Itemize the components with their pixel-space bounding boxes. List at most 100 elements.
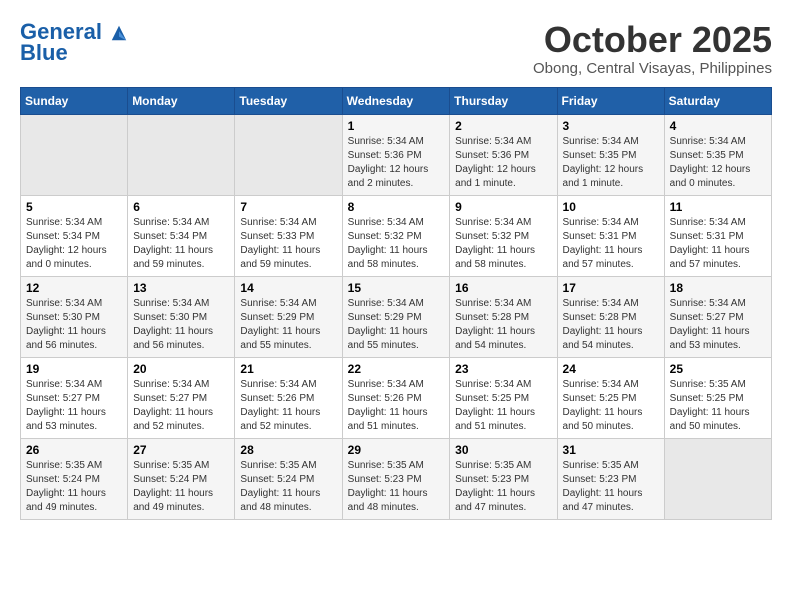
calendar-cell: 26Sunrise: 5:35 AM Sunset: 5:24 PM Dayli… xyxy=(21,438,128,519)
day-number: 6 xyxy=(133,200,229,214)
week-row-5: 26Sunrise: 5:35 AM Sunset: 5:24 PM Dayli… xyxy=(21,438,772,519)
day-number: 13 xyxy=(133,281,229,295)
calendar-cell: 25 Sunrise: 5:35 AM Sunset: 5:25 PM Dayli… xyxy=(664,357,771,438)
day-number: 29 xyxy=(348,443,445,457)
day-header-friday: Friday xyxy=(557,87,664,114)
calendar-cell: 23 Sunrise: 5:34 AM Sunset: 5:25 PM Dayli… xyxy=(450,357,557,438)
header: General Blue October 2025 Obong, Central… xyxy=(20,20,772,77)
day-info: Sunrise: 5:34 AM Sunset: 5:27 PM Dayligh… xyxy=(26,378,122,434)
calendar-cell: 24 Sunrise: 5:34 AM Sunset: 5:25 PM Dayli… xyxy=(557,357,664,438)
logo: General Blue xyxy=(20,20,128,66)
day-info: Sunrise: 5:34 AM Sunset: 5:33 PM Dayligh… xyxy=(240,216,336,272)
day-info: Sunrise: 5:35 AM Sunset: 5:23 PM Dayligh… xyxy=(455,459,551,515)
day-info: Sunrise: 5:34 AM Sunset: 5:36 PM Dayligh… xyxy=(348,135,445,191)
day-number: 23 xyxy=(455,362,551,376)
day-info: Sunrise: 5:35 AM Sunset: 5:25 PM Dayligh… xyxy=(670,378,766,434)
calendar-cell: 28Sunrise: 5:35 AM Sunset: 5:24 PM Dayli… xyxy=(235,438,342,519)
calendar-cell: 6 Sunrise: 5:34 AM Sunset: 5:34 PM Daylig… xyxy=(128,195,235,276)
calendar-cell: 30 Sunrise: 5:35 AM Sunset: 5:23 PM Dayli… xyxy=(450,438,557,519)
calendar-cell: 29Sunrise: 5:35 AM Sunset: 5:23 PM Dayli… xyxy=(342,438,450,519)
day-number: 8 xyxy=(348,200,445,214)
calendar-cell xyxy=(128,114,235,195)
day-number: 17 xyxy=(563,281,659,295)
day-number: 9 xyxy=(455,200,551,214)
day-info: Sunrise: 5:34 AM Sunset: 5:27 PM Dayligh… xyxy=(133,378,229,434)
calendar-cell: 13 Sunrise: 5:34 AM Sunset: 5:30 PM Dayli… xyxy=(128,276,235,357)
calendar-cell xyxy=(21,114,128,195)
location: Obong, Central Visayas, Philippines xyxy=(533,60,772,77)
calendar-cell: 11Sunrise: 5:34 AM Sunset: 5:31 PM Dayli… xyxy=(664,195,771,276)
day-number: 24 xyxy=(563,362,659,376)
day-number: 7 xyxy=(240,200,336,214)
day-info: Sunrise: 5:34 AM Sunset: 5:26 PM Dayligh… xyxy=(240,378,336,434)
calendar-cell: 20 Sunrise: 5:34 AM Sunset: 5:27 PM Dayli… xyxy=(128,357,235,438)
week-row-4: 19 Sunrise: 5:34 AM Sunset: 5:27 PM Dayli… xyxy=(21,357,772,438)
calendar-cell xyxy=(664,438,771,519)
days-header-row: SundayMondayTuesdayWednesdayThursdayFrid… xyxy=(21,87,772,114)
day-header-sunday: Sunday xyxy=(21,87,128,114)
day-info: Sunrise: 5:34 AM Sunset: 5:32 PM Dayligh… xyxy=(455,216,551,272)
day-info: Sunrise: 5:34 AM Sunset: 5:34 PM Dayligh… xyxy=(133,216,229,272)
calendar-cell: 12 Sunrise: 5:34 AM Sunset: 5:30 PM Dayli… xyxy=(21,276,128,357)
day-number: 28 xyxy=(240,443,336,457)
day-info: Sunrise: 5:34 AM Sunset: 5:31 PM Dayligh… xyxy=(670,216,766,272)
calendar-cell: 3 Sunrise: 5:34 AM Sunset: 5:35 PM Daylig… xyxy=(557,114,664,195)
day-info: Sunrise: 5:35 AM Sunset: 5:23 PM Dayligh… xyxy=(563,459,659,515)
day-header-tuesday: Tuesday xyxy=(235,87,342,114)
day-info: Sunrise: 5:34 AM Sunset: 5:30 PM Dayligh… xyxy=(133,297,229,353)
day-number: 21 xyxy=(240,362,336,376)
day-number: 14 xyxy=(240,281,336,295)
day-number: 2 xyxy=(455,119,551,133)
calendar-cell: 9 Sunrise: 5:34 AM Sunset: 5:32 PM Daylig… xyxy=(450,195,557,276)
calendar-cell: 19 Sunrise: 5:34 AM Sunset: 5:27 PM Dayli… xyxy=(21,357,128,438)
calendar-cell: 17Sunrise: 5:34 AM Sunset: 5:28 PM Dayli… xyxy=(557,276,664,357)
day-info: Sunrise: 5:34 AM Sunset: 5:32 PM Dayligh… xyxy=(348,216,445,272)
day-info: Sunrise: 5:34 AM Sunset: 5:26 PM Dayligh… xyxy=(348,378,445,434)
day-info: Sunrise: 5:34 AM Sunset: 5:25 PM Dayligh… xyxy=(563,378,659,434)
day-header-saturday: Saturday xyxy=(664,87,771,114)
day-number: 10 xyxy=(563,200,659,214)
day-info: Sunrise: 5:34 AM Sunset: 5:30 PM Dayligh… xyxy=(26,297,122,353)
day-info: Sunrise: 5:34 AM Sunset: 5:25 PM Dayligh… xyxy=(455,378,551,434)
calendar-cell: 22Sunrise: 5:34 AM Sunset: 5:26 PM Dayli… xyxy=(342,357,450,438)
day-number: 1 xyxy=(348,119,445,133)
calendar-cell: 5 Sunrise: 5:34 AM Sunset: 5:34 PM Daylig… xyxy=(21,195,128,276)
calendar-cell: 2 Sunrise: 5:34 AM Sunset: 5:36 PM Daylig… xyxy=(450,114,557,195)
calendar-table: SundayMondayTuesdayWednesdayThursdayFrid… xyxy=(20,87,772,520)
day-number: 30 xyxy=(455,443,551,457)
day-number: 20 xyxy=(133,362,229,376)
title-block: October 2025 Obong, Central Visayas, Phi… xyxy=(533,20,772,77)
day-info: Sunrise: 5:34 AM Sunset: 5:35 PM Dayligh… xyxy=(670,135,766,191)
day-number: 3 xyxy=(563,119,659,133)
day-number: 4 xyxy=(670,119,766,133)
calendar-cell: 15Sunrise: 5:34 AM Sunset: 5:29 PM Dayli… xyxy=(342,276,450,357)
day-header-monday: Monday xyxy=(128,87,235,114)
calendar-cell xyxy=(235,114,342,195)
day-info: Sunrise: 5:34 AM Sunset: 5:34 PM Dayligh… xyxy=(26,216,122,272)
week-row-3: 12 Sunrise: 5:34 AM Sunset: 5:30 PM Dayli… xyxy=(21,276,772,357)
calendar-cell: 1 Sunrise: 5:34 AM Sunset: 5:36 PM Daylig… xyxy=(342,114,450,195)
day-info: Sunrise: 5:34 AM Sunset: 5:28 PM Dayligh… xyxy=(455,297,551,353)
day-info: Sunrise: 5:34 AM Sunset: 5:35 PM Dayligh… xyxy=(563,135,659,191)
day-header-thursday: Thursday xyxy=(450,87,557,114)
day-number: 12 xyxy=(26,281,122,295)
calendar-cell: 16 Sunrise: 5:34 AM Sunset: 5:28 PM Dayli… xyxy=(450,276,557,357)
day-info: Sunrise: 5:35 AM Sunset: 5:24 PM Dayligh… xyxy=(26,459,122,515)
day-info: Sunrise: 5:34 AM Sunset: 5:29 PM Dayligh… xyxy=(240,297,336,353)
calendar-cell: 21 Sunrise: 5:34 AM Sunset: 5:26 PM Dayli… xyxy=(235,357,342,438)
week-row-1: 1 Sunrise: 5:34 AM Sunset: 5:36 PM Daylig… xyxy=(21,114,772,195)
calendar-cell: 8 Sunrise: 5:34 AM Sunset: 5:32 PM Daylig… xyxy=(342,195,450,276)
month-title: October 2025 xyxy=(533,20,772,60)
day-info: Sunrise: 5:34 AM Sunset: 5:31 PM Dayligh… xyxy=(563,216,659,272)
calendar-cell: 27 Sunrise: 5:35 AM Sunset: 5:24 PM Dayli… xyxy=(128,438,235,519)
day-number: 15 xyxy=(348,281,445,295)
day-number: 27 xyxy=(133,443,229,457)
day-info: Sunrise: 5:35 AM Sunset: 5:24 PM Dayligh… xyxy=(133,459,229,515)
day-number: 19 xyxy=(26,362,122,376)
day-info: Sunrise: 5:34 AM Sunset: 5:36 PM Dayligh… xyxy=(455,135,551,191)
day-info: Sunrise: 5:34 AM Sunset: 5:27 PM Dayligh… xyxy=(670,297,766,353)
day-number: 18 xyxy=(670,281,766,295)
day-number: 16 xyxy=(455,281,551,295)
day-number: 5 xyxy=(26,200,122,214)
day-number: 25 xyxy=(670,362,766,376)
